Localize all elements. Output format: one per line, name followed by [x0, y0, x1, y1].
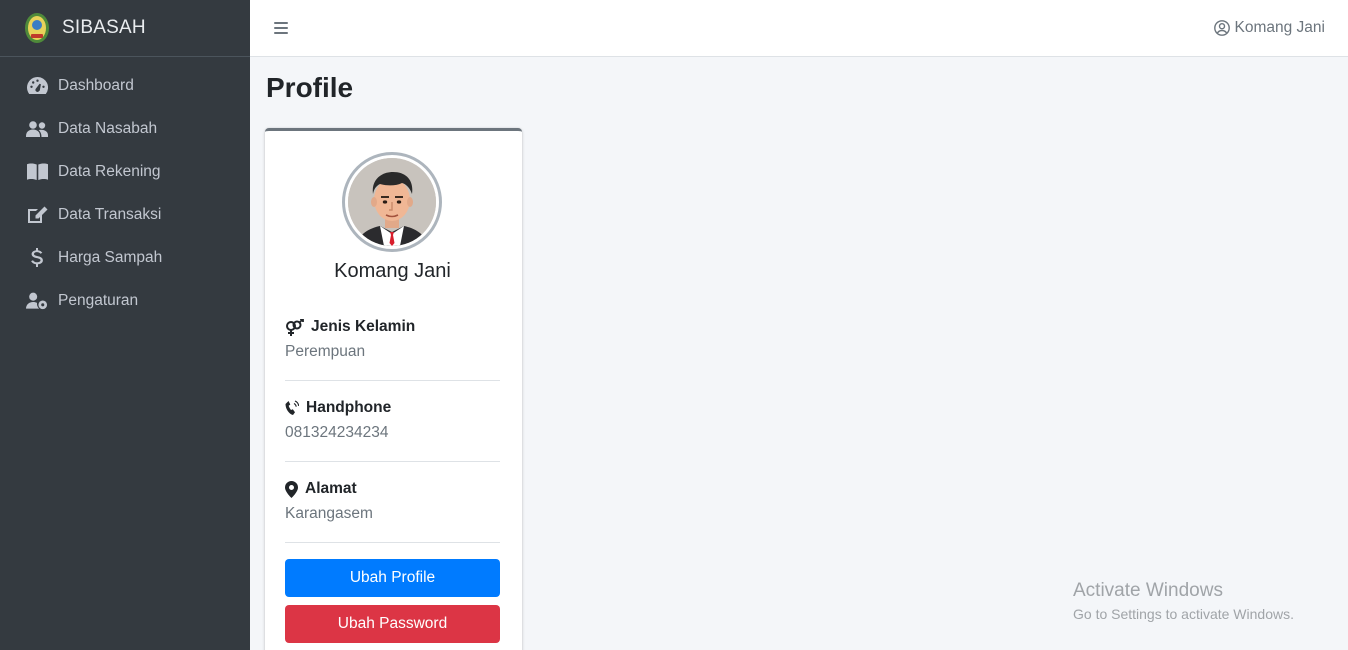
- sidebar: SIBASAH Dashboard Data Nasabah Data Reke…: [0, 0, 250, 650]
- watermark-title: Activate Windows: [1073, 580, 1223, 601]
- address-field: Alamat Karangasem: [285, 480, 500, 523]
- address-label: Alamat: [305, 480, 357, 497]
- user-cog-icon: [26, 292, 48, 310]
- sidebar-item-label: Harga Sampah: [58, 248, 163, 266]
- phone-label: Handphone: [306, 399, 392, 416]
- phone-value: 081324234234: [285, 424, 389, 441]
- user-circle-icon: [1213, 20, 1230, 36]
- brand-name: SIBASAH: [62, 17, 146, 38]
- change-password-button[interactable]: Ubah Password: [285, 605, 500, 643]
- hamburger-icon[interactable]: [274, 22, 288, 34]
- divider: [285, 380, 500, 381]
- map-marker-icon: [285, 480, 298, 498]
- book-icon: [26, 163, 48, 181]
- sidebar-item-dashboard[interactable]: Dashboard: [0, 64, 250, 107]
- sidebar-item-pengaturan[interactable]: Pengaturan: [0, 279, 250, 322]
- watermark-subtitle: Go to Settings to activate Windows.: [1073, 606, 1294, 622]
- sidebar-item-data-nasabah[interactable]: Data Nasabah: [0, 107, 250, 150]
- user-menu[interactable]: Komang Jani: [1213, 19, 1325, 37]
- tachometer-icon: [26, 77, 48, 95]
- sidebar-item-label: Data Rekening: [58, 162, 161, 180]
- sidebar-item-data-rekening[interactable]: Data Rekening: [0, 150, 250, 193]
- page-title: Profile: [266, 72, 354, 103]
- dollar-icon: [26, 248, 48, 267]
- brand-link[interactable]: SIBASAH: [0, 0, 250, 57]
- gender-field: Jenis Kelamin Perempuan: [285, 318, 500, 361]
- profile-card: Komang Jani Jenis Kelamin Perempuan Hand…: [265, 128, 522, 650]
- user-name: Komang Jani: [1234, 19, 1325, 36]
- emblem-logo-icon: [24, 12, 50, 44]
- gender-label: Jenis Kelamin: [311, 318, 416, 335]
- sidebar-item-label: Data Nasabah: [58, 119, 158, 137]
- address-value: Karangasem: [285, 505, 373, 522]
- sidebar-item-data-transaksi[interactable]: Data Transaksi: [0, 193, 250, 236]
- venus-mars-icon: [286, 318, 304, 336]
- profile-name: Komang Jani: [334, 260, 451, 282]
- phone-volume-icon: [285, 400, 299, 415]
- gender-value: Perempuan: [285, 343, 366, 360]
- divider: [285, 542, 500, 543]
- edit-profile-button[interactable]: Ubah Profile: [285, 559, 500, 597]
- divider: [285, 461, 500, 462]
- activation-watermark: Activate Windows Go to Settings to activ…: [1073, 580, 1294, 622]
- sidebar-item-harga-sampah[interactable]: Harga Sampah: [0, 236, 250, 279]
- sidebar-item-label: Pengaturan: [58, 291, 139, 309]
- phone-field: Handphone 081324234234: [285, 399, 500, 442]
- avatar: [342, 152, 442, 252]
- sidebar-item-label: Dashboard: [58, 76, 134, 94]
- sidebar-item-label: Data Transaksi: [58, 205, 162, 223]
- users-icon: [26, 120, 48, 138]
- sidebar-nav: Dashboard Data Nasabah Data Rekening Dat…: [0, 57, 250, 322]
- edit-icon: [26, 206, 48, 224]
- topbar: Komang Jani: [250, 0, 1348, 57]
